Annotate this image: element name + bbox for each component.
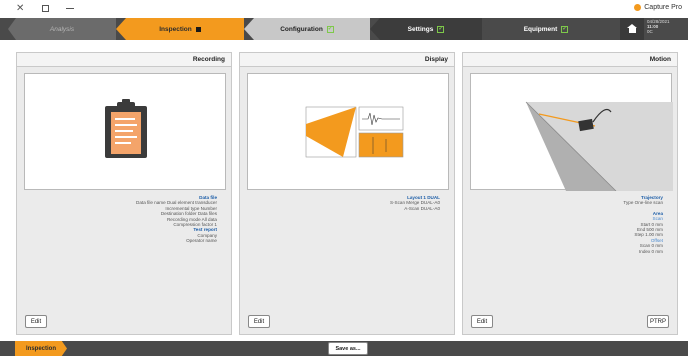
offset-row: Index 0 mm — [639, 248, 663, 254]
tab-inspection[interactable]: Inspection — [116, 18, 244, 40]
workflow-step-bar: Analysis Inspection Configuration ✓ Sett… — [0, 18, 688, 40]
home-icon-base — [628, 28, 636, 33]
tab-inspection-label: Inspection — [159, 25, 192, 33]
next-inspection-button[interactable]: Inspection — [15, 341, 67, 356]
recording-edit-button[interactable]: Edit — [25, 315, 47, 328]
app-title-text: Capture Pro — [644, 4, 682, 11]
tab-configuration[interactable]: Configuration ✓ — [244, 18, 370, 40]
bottom-bar: Inspection Save as... — [0, 341, 688, 356]
motion-info: Trajectory Type One-line scan Area Scan … — [473, 195, 663, 254]
tab-analysis[interactable]: Analysis — [8, 18, 116, 40]
tab-analysis-label: Analysis — [49, 25, 75, 33]
recording-info: Data file Data file name Dual element tr… — [27, 195, 217, 244]
tab-equipment-label: Equipment — [523, 25, 558, 33]
tab-settings[interactable]: Settings ✓ — [370, 18, 482, 40]
probe-on-plate-graphic — [525, 101, 673, 192]
display-info: Layout 1 DUAL S-Scan Merge DUAL-A0 A-Sca… — [250, 195, 440, 211]
check-icon: ✓ — [326, 25, 334, 33]
motion-panel-title: Motion — [463, 53, 677, 67]
clipboard-icon — [105, 99, 147, 158]
display-edit-button[interactable]: Edit — [248, 315, 270, 328]
app-title: Capture Pro — [634, 4, 682, 11]
tab-configuration-label: Configuration — [280, 25, 323, 33]
maximize-icon[interactable] — [42, 5, 49, 12]
display-panel-title: Display — [240, 53, 454, 67]
recording-panel-title: Recording — [17, 53, 231, 67]
recording-panel: Recording Data file Data file name Dual … — [16, 52, 232, 335]
layout-row: A-Scan DUAL-A0 — [404, 205, 440, 211]
display-panel: Display Layout 1 DUAL S-Scan Merge DUAL-… — [239, 52, 455, 335]
tab-equipment[interactable]: Equipment ✓ — [482, 18, 610, 40]
check-icon: ✓ — [561, 25, 569, 33]
test-report-row: Operator name — [186, 238, 217, 244]
minimize-icon[interactable] — [66, 8, 74, 9]
check-icon: ✓ — [437, 25, 445, 33]
stop-icon — [195, 26, 201, 32]
save-as-button[interactable]: Save as... — [328, 342, 368, 355]
ptrp-button[interactable]: PTRP — [647, 315, 669, 328]
home-button[interactable] — [620, 18, 644, 40]
recording-preview — [24, 73, 226, 190]
tab-settings-label: Settings — [407, 25, 434, 33]
app-logo-icon — [634, 4, 642, 11]
motion-panel: Motion Trajectory Type One-line scan Are… — [462, 52, 678, 335]
display-preview — [247, 73, 449, 190]
status-clock: 04/28/2021 11:00 0C — [645, 19, 688, 39]
layout-preview-graphic — [305, 106, 404, 158]
title-bar: ✕ Capture Pro — [0, 0, 688, 18]
close-icon[interactable]: ✕ — [16, 3, 24, 14]
motion-preview — [470, 73, 673, 192]
motion-edit-button[interactable]: Edit — [471, 315, 493, 328]
clock-indicator: 0C — [647, 29, 653, 34]
